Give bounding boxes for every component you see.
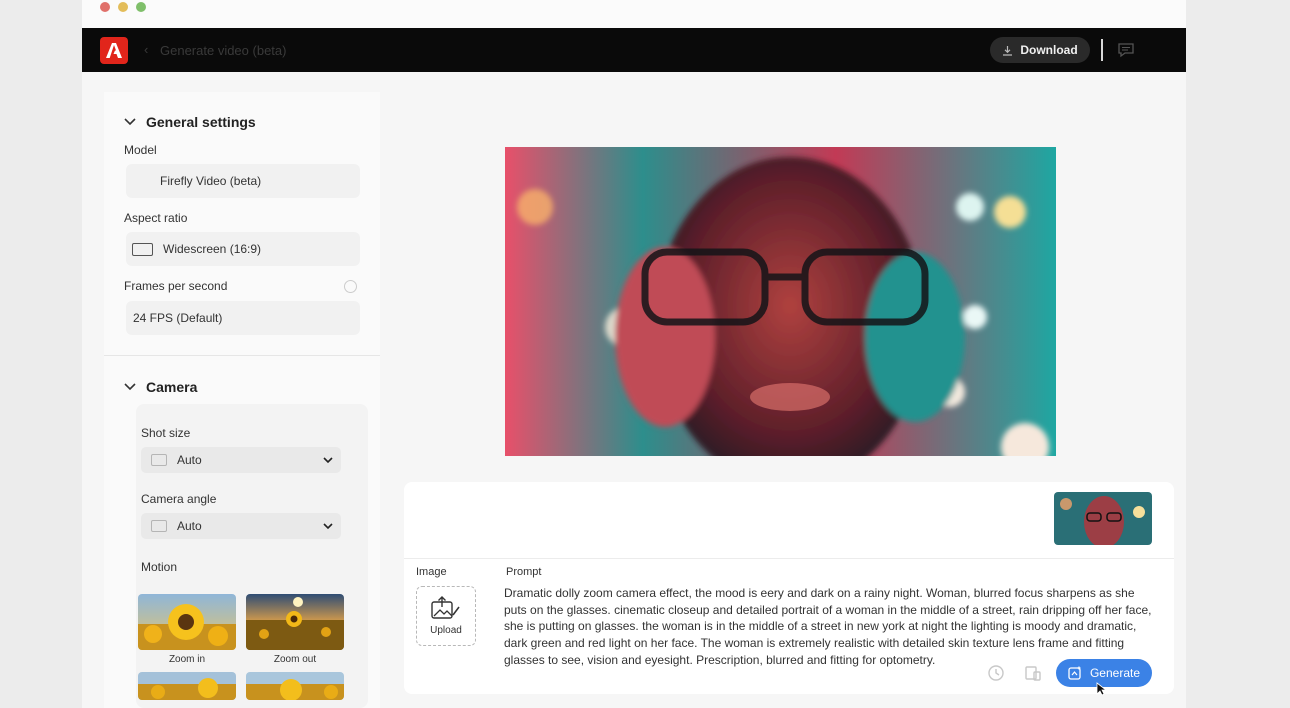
download-icon xyxy=(1003,45,1013,56)
camera-angle-select[interactable]: Auto xyxy=(141,513,341,539)
adobe-logo-icon[interactable] xyxy=(100,37,128,64)
generated-thumbnail[interactable] xyxy=(1054,492,1152,545)
model-select[interactable]: Firefly Video (beta) xyxy=(126,164,360,198)
download-button[interactable]: Download xyxy=(990,37,1090,63)
aspect-ratio-value: Widescreen (16:9) xyxy=(163,242,262,256)
settings-sidebar: General settings Model Firefly Video (be… xyxy=(104,92,380,708)
close-window-button[interactable] xyxy=(100,2,110,12)
widescreen-icon xyxy=(132,242,153,256)
camera-settings-panel: Shot size Auto Camera angle Auto Motion xyxy=(136,404,368,708)
chevron-down-icon xyxy=(323,456,333,463)
camera-icon xyxy=(151,520,167,532)
upload-label: Upload xyxy=(430,625,462,636)
upload-image-icon xyxy=(431,596,460,619)
video-preview[interactable] xyxy=(505,147,1056,456)
window-titlebar xyxy=(82,0,1186,28)
fps-select[interactable]: 24 FPS (Default) xyxy=(126,301,360,335)
app-window: ‹ Generate video (beta) Download General… xyxy=(82,0,1186,708)
minimize-window-button[interactable] xyxy=(118,2,128,12)
image-label: Image xyxy=(416,566,447,578)
shot-size-select[interactable]: Auto xyxy=(141,447,341,473)
download-label: Download xyxy=(1020,43,1078,57)
chevron-down-icon xyxy=(124,118,136,126)
motion-option-label: Zoom out xyxy=(273,654,317,665)
style-reference-icon[interactable] xyxy=(1024,664,1042,682)
generate-icon xyxy=(1068,666,1081,680)
aspect-ratio-select[interactable]: Widescreen (16:9) xyxy=(126,232,360,266)
feedback-icon[interactable] xyxy=(1117,42,1135,58)
generate-label: Generate xyxy=(1089,666,1141,680)
prompt-label: Prompt xyxy=(506,566,542,578)
camera-angle-value: Auto xyxy=(177,519,202,533)
fps-value: 24 FPS (Default) xyxy=(133,311,223,325)
motion-thumbnail[interactable] xyxy=(246,672,344,700)
motion-zoom-in-thumbnail[interactable] xyxy=(138,594,236,650)
general-settings-title: General settings xyxy=(146,114,256,130)
motion-label: Motion xyxy=(141,560,178,574)
camera-title: Camera xyxy=(146,379,198,395)
info-icon[interactable] xyxy=(344,280,357,293)
chevron-down-icon xyxy=(323,522,333,529)
motion-option-label: Zoom in xyxy=(168,654,206,665)
model-label: Model xyxy=(124,143,157,157)
shot-size-label: Shot size xyxy=(141,426,191,440)
history-icon[interactable] xyxy=(987,664,1005,682)
maximize-window-button[interactable] xyxy=(136,2,146,12)
panel-divider xyxy=(404,558,1174,559)
header-divider xyxy=(1101,39,1103,61)
camera-angle-label: Camera angle xyxy=(141,492,217,506)
chevron-down-icon xyxy=(124,383,136,391)
section-divider xyxy=(104,355,380,356)
app-header: ‹ Generate video (beta) Download xyxy=(82,28,1186,72)
shot-size-value: Auto xyxy=(177,453,202,467)
prompt-panel: Image Prompt Upload Dramatic dolly zoom … xyxy=(404,482,1174,694)
aspect-ratio-label: Aspect ratio xyxy=(124,211,188,225)
general-settings-header[interactable]: General settings xyxy=(124,114,256,130)
motion-zoom-out-thumbnail[interactable] xyxy=(246,594,344,650)
fps-label: Frames per second xyxy=(124,279,228,293)
upload-image-button[interactable]: Upload xyxy=(416,586,476,646)
mouse-cursor-icon xyxy=(1096,682,1106,696)
camera-header[interactable]: Camera xyxy=(124,379,197,395)
page-title: Generate video (beta) xyxy=(160,43,287,58)
motion-thumbnail[interactable] xyxy=(138,672,236,700)
prompt-input[interactable]: Dramatic dolly zoom camera effect, the m… xyxy=(504,585,1154,669)
camera-icon xyxy=(151,454,167,466)
back-chevron-icon[interactable]: ‹ xyxy=(144,42,148,57)
model-value: Firefly Video (beta) xyxy=(160,174,262,188)
